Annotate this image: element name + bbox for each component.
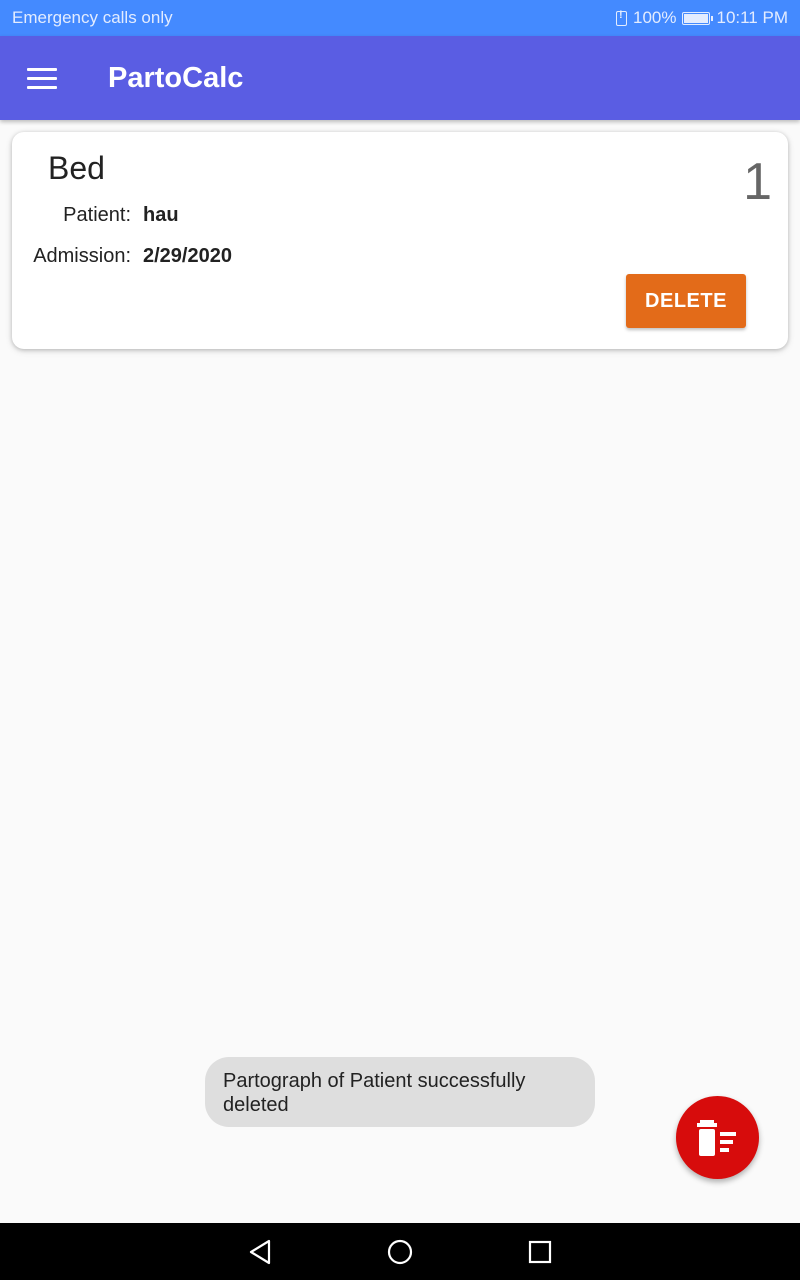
back-triangle-icon	[249, 1239, 271, 1264]
sim-alert-icon	[616, 9, 627, 26]
home-circle-icon	[387, 1239, 413, 1264]
patient-row: Patient: hau	[12, 204, 179, 227]
admission-row: Admission: 2/29/2020	[12, 245, 232, 268]
patient-label: Patient:	[63, 204, 131, 226]
status-icons: 100% 10:11 PM	[616, 8, 788, 28]
back-button[interactable]	[243, 1235, 277, 1269]
carrier-text: Emergency calls only	[12, 8, 173, 27]
home-button[interactable]	[383, 1235, 417, 1269]
app-title: PartoCalc	[108, 61, 244, 94]
system-nav-bar	[0, 1223, 800, 1280]
recents-square-icon	[528, 1240, 552, 1263]
card-title: Bed	[48, 150, 105, 186]
bed-number: 1	[743, 153, 772, 211]
battery-icon	[682, 11, 714, 25]
patient-value: hau	[143, 204, 179, 226]
hamburger-menu-icon[interactable]	[14, 50, 70, 106]
admission-value: 2/29/2020	[143, 245, 232, 267]
admission-label: Admission:	[33, 245, 131, 267]
delete-sweep-icon	[696, 1119, 736, 1156]
recents-button[interactable]	[523, 1235, 557, 1269]
app-bar: PartoCalc	[0, 36, 800, 120]
delete-button[interactable]: DELETE	[626, 274, 746, 328]
delete-sweep-fab[interactable]	[676, 1096, 759, 1179]
clock: 10:11 PM	[716, 8, 788, 27]
battery-percent: 100%	[633, 8, 677, 27]
status-bar: Emergency calls only 100% 10:11 PM	[0, 0, 800, 36]
toast-message: Partograph of Patient successfully delet…	[205, 1057, 595, 1127]
bed-card[interactable]: Bed 1 Patient: hau Admission: 2/29/2020 …	[12, 132, 788, 349]
